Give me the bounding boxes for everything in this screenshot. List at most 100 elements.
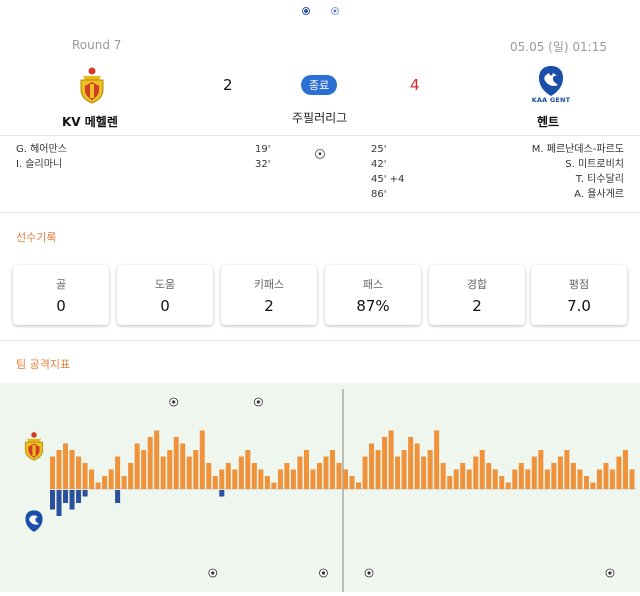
soccer-ball-icon xyxy=(315,144,325,163)
away-scorer-minute: 25' xyxy=(371,144,387,155)
home-attack-bar xyxy=(128,463,134,489)
home-attack-bar xyxy=(316,463,322,489)
player-record-title: 선수기록 xyxy=(16,231,57,244)
home-attack-bar xyxy=(622,450,628,489)
home-attack-bar xyxy=(512,469,518,489)
home-attack-bar xyxy=(362,456,368,489)
home-attack-bar xyxy=(271,482,277,489)
away-attack-bar xyxy=(56,490,62,516)
away-attack-bar xyxy=(82,490,88,497)
home-attack-bar xyxy=(108,469,114,489)
away-attack-bar xyxy=(219,490,225,497)
stat-value: 7.0 xyxy=(567,297,591,315)
home-attack-bar xyxy=(134,443,140,489)
away-attack-bar xyxy=(115,490,121,503)
home-attack-bar xyxy=(180,443,186,489)
home-attack-bar xyxy=(186,456,192,489)
home-attack-bar xyxy=(564,450,570,489)
pagination-dot-1[interactable] xyxy=(302,7,310,15)
home-attack-bar xyxy=(414,443,420,489)
home-scorer-name: G. 헤어만스 xyxy=(16,144,67,155)
home-attack-bar xyxy=(206,463,212,489)
away-goal-marker-icon xyxy=(605,568,615,578)
home-attack-bar xyxy=(69,450,75,489)
gent-crest-icon: KAA GENT xyxy=(531,64,571,110)
home-attack-bar xyxy=(349,476,355,489)
stat-card-passes: 패스 87% xyxy=(325,265,421,325)
home-attack-bar xyxy=(336,463,342,489)
divider-stats xyxy=(0,340,640,341)
away-goal-marker-icon xyxy=(208,568,218,578)
round-label: Round 7 xyxy=(72,38,122,52)
home-attack-bar xyxy=(323,456,329,489)
home-attack-bar xyxy=(303,450,309,489)
home-attack-bar xyxy=(557,456,563,489)
home-attack-bar xyxy=(590,482,596,489)
home-attack-bar xyxy=(343,469,349,489)
home-goal-marker-icon xyxy=(253,397,263,407)
stat-label: 평점 xyxy=(568,278,590,291)
stat-card-rating: 평점 7.0 xyxy=(531,265,627,325)
away-scorers-list: M. 페르난데스-파르도 S. 미트로비치 T. 티수달리 A. 욜사게르 xyxy=(532,142,624,202)
home-attack-bar xyxy=(167,450,173,489)
stat-value: 87% xyxy=(356,297,390,315)
home-attack-bar xyxy=(453,469,459,489)
home-attack-bar xyxy=(121,476,127,489)
match-datetime: 05.05 (일) 01:15 xyxy=(510,40,607,54)
stat-card-duels: 경합 2 xyxy=(429,265,525,325)
stat-card-key-passes: 키패스 2 xyxy=(221,265,317,325)
home-attack-bar xyxy=(473,456,479,489)
home-attack-bar xyxy=(89,469,95,489)
home-attack-bar xyxy=(199,430,205,489)
away-scorer-name: M. 페르난데스-파르도 xyxy=(531,144,624,155)
home-attack-bar xyxy=(329,450,335,489)
home-attack-bar xyxy=(56,450,62,489)
home-attack-bar xyxy=(544,469,550,489)
league-name[interactable]: 주필러리그 xyxy=(292,109,347,126)
home-score: 2 xyxy=(223,76,233,94)
home-attack-bar xyxy=(173,437,179,489)
stat-label: 패스 xyxy=(362,278,384,291)
home-scorers-list: G. 헤어만스 I. 슬리마니 xyxy=(16,142,67,172)
home-attack-bar xyxy=(277,469,283,489)
home-attack-bar xyxy=(369,443,375,489)
away-attack-bar xyxy=(50,490,56,510)
stat-label: 도움 xyxy=(154,278,176,291)
home-attack-bar xyxy=(616,456,622,489)
home-scorer-name: I. 슬리마니 xyxy=(16,159,63,170)
home-team-name[interactable]: KV 메헬렌 xyxy=(62,113,118,130)
home-attack-bar xyxy=(583,476,589,489)
home-attack-bar xyxy=(102,476,108,489)
pagination-dot-2[interactable] xyxy=(331,7,339,15)
home-attack-bar xyxy=(251,463,257,489)
home-attack-bar xyxy=(479,450,485,489)
match-status-badge: 종료 xyxy=(301,75,338,95)
home-attack-bar xyxy=(154,430,160,489)
home-attack-bar xyxy=(115,456,121,489)
home-attack-bar xyxy=(82,463,88,489)
away-scorer-name: A. 욜사게르 xyxy=(574,189,624,200)
away-scorer-minute: 86' xyxy=(371,189,387,200)
home-attack-bar xyxy=(232,469,238,489)
home-attack-bar xyxy=(141,450,147,489)
mechelen-crest-icon xyxy=(22,431,46,465)
stat-label: 골 xyxy=(55,278,67,291)
home-attack-bar xyxy=(219,469,225,489)
home-attack-bar xyxy=(147,437,153,489)
stat-label: 경합 xyxy=(466,278,488,291)
home-attack-bar xyxy=(538,450,544,489)
home-attack-bar xyxy=(466,469,472,489)
away-scorer-minute: 45' +4 xyxy=(371,174,405,185)
home-scorer-minutes: 19' 32' xyxy=(255,142,270,172)
home-attack-bar xyxy=(629,469,635,489)
home-attack-bar xyxy=(50,456,56,489)
away-team-name[interactable]: 헨트 xyxy=(537,113,559,130)
home-attack-bar xyxy=(375,450,381,489)
away-goal-marker-icon xyxy=(319,568,328,578)
away-scorer-minutes: 25' 42' 45' +4 86' xyxy=(371,142,404,202)
home-attack-bar xyxy=(160,456,166,489)
stat-value: 2 xyxy=(264,297,274,315)
stat-value: 0 xyxy=(160,297,170,315)
away-scorer-minute: 42' xyxy=(371,159,387,170)
away-scorer-name: S. 미트로비치 xyxy=(565,159,624,170)
